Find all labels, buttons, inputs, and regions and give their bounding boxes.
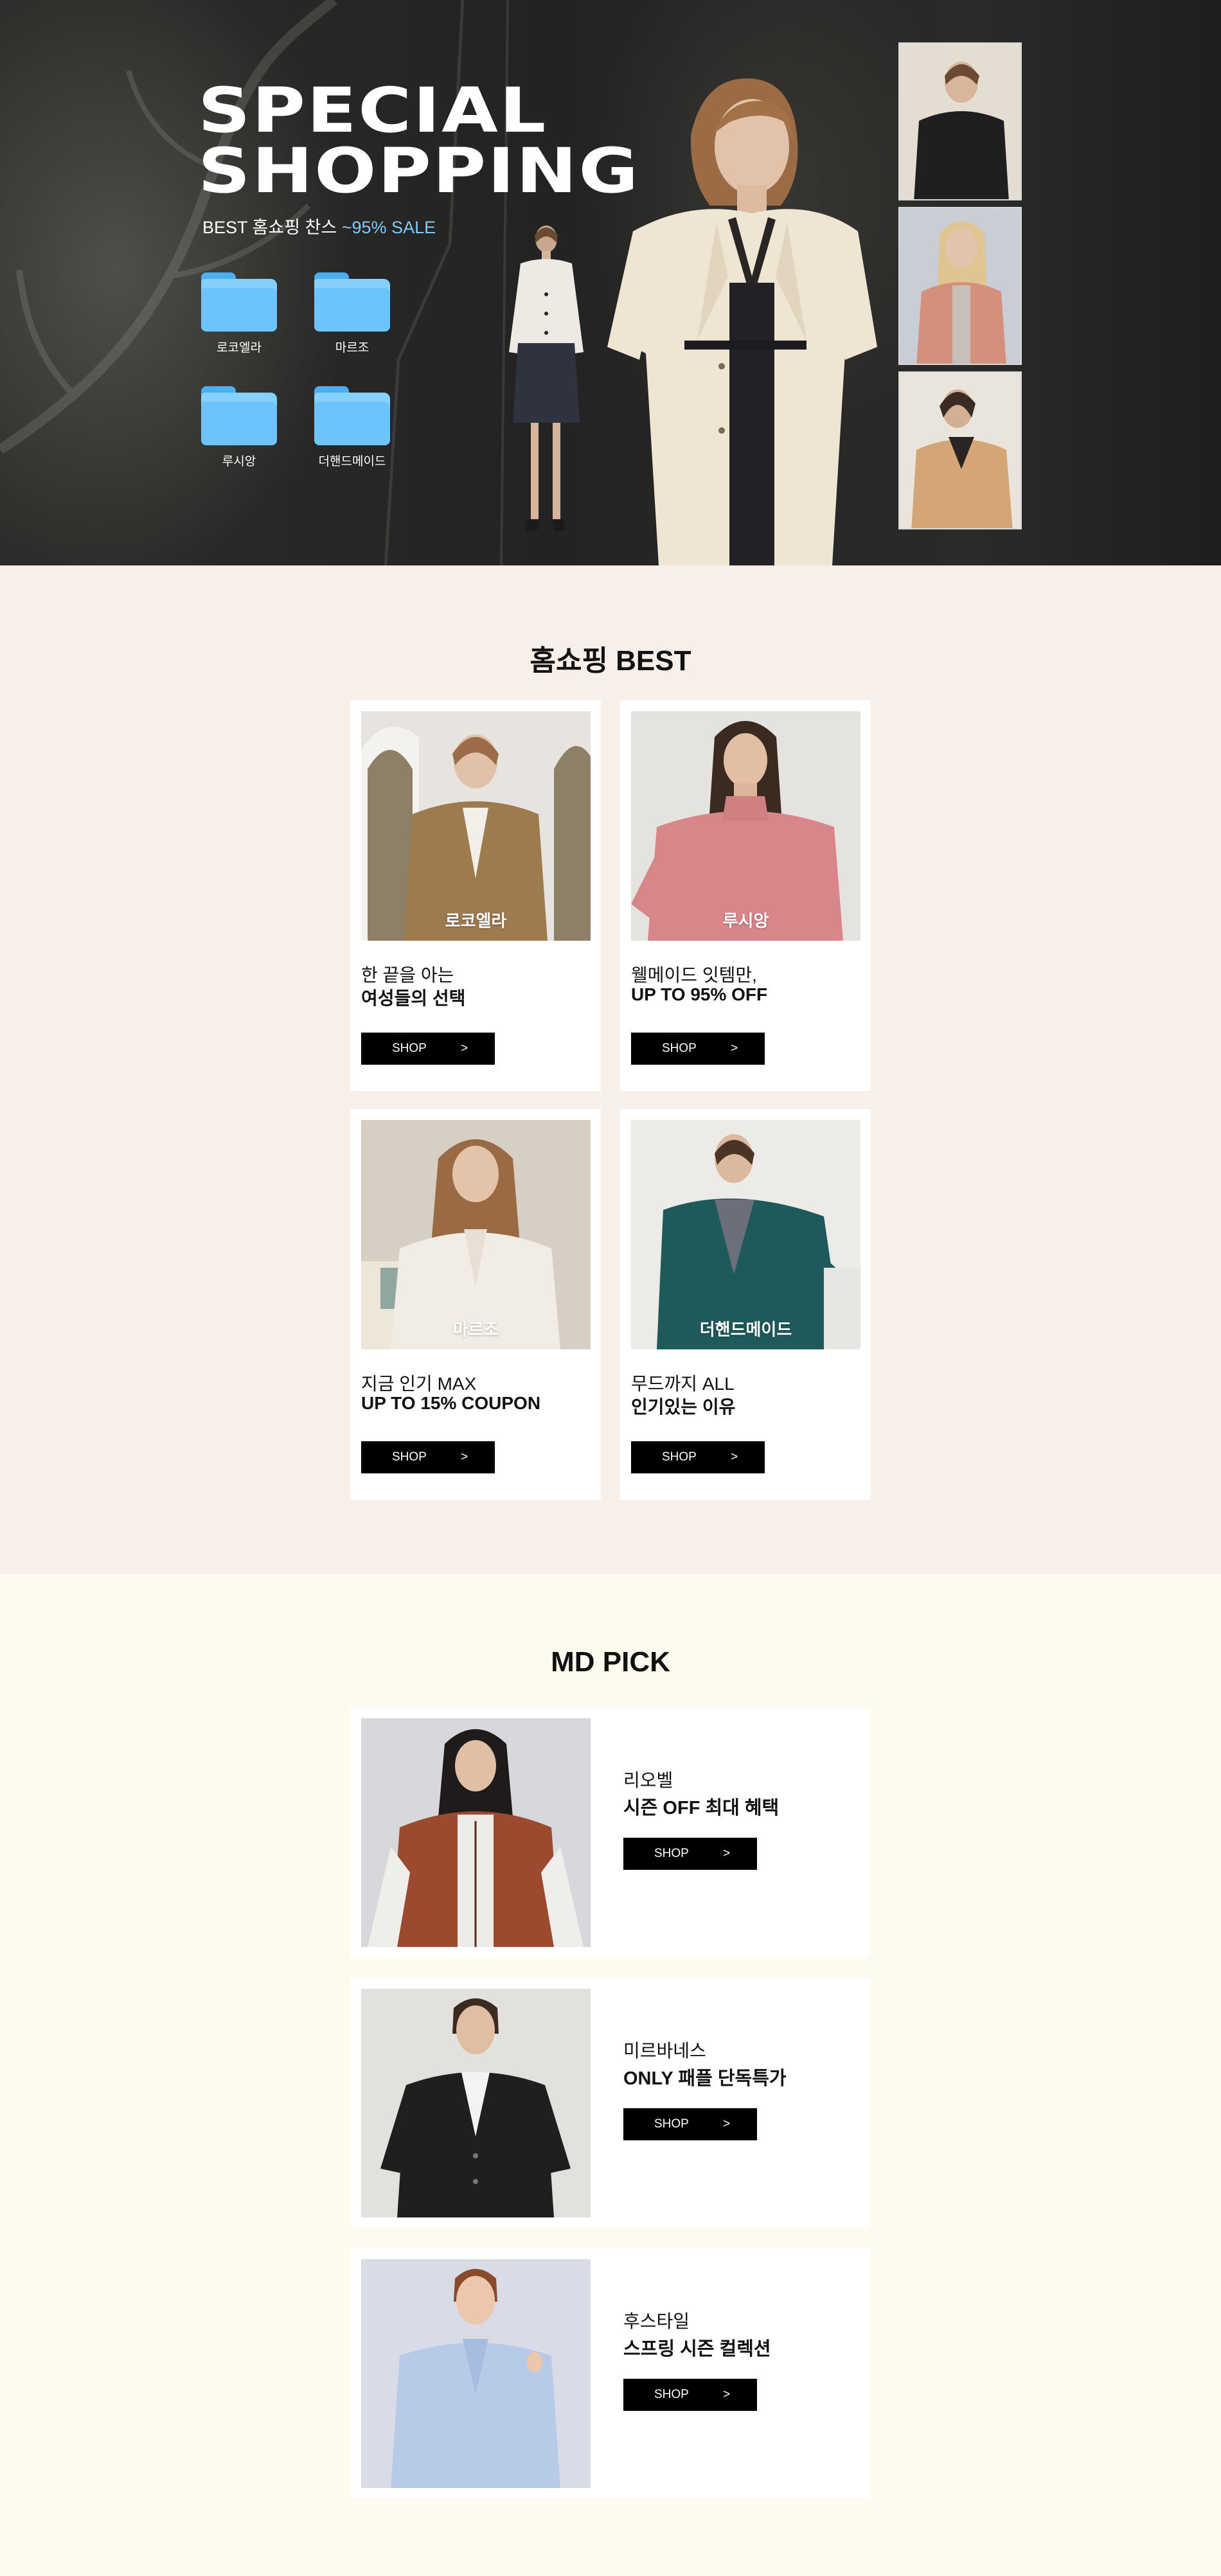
md-pick-section: MD PICK 리오벨 시즌 OFF 최대 혜택 SHOP > 미르바네스 ON…: [0, 1574, 1221, 2576]
best-card-lucien[interactable]: 루시앙 웰메이드 잇템만, UP TO 95% OFF SHOP >: [620, 700, 871, 1091]
promo-headline: ONLY 패플 단독특가: [623, 2068, 787, 2089]
hero-title-line2: SHOPPING: [198, 135, 640, 207]
hero-thumbnail-1[interactable]: [898, 42, 1022, 200]
brand-label: 후스타일: [623, 2311, 690, 2331]
product-photo: [361, 1718, 591, 1947]
shop-button[interactable]: SHOP >: [623, 2379, 757, 2411]
folder-icon: [201, 272, 277, 332]
shop-button-label: SHOP: [392, 1042, 427, 1055]
shop-button[interactable]: SHOP >: [361, 1033, 495, 1065]
folder-label: 루시앙: [222, 455, 256, 468]
best-card-marzo[interactable]: 마르조 지금 인기 MAX UP TO 15% COUPON SHOP >: [350, 1109, 601, 1500]
folder-shortcut-rococoella[interactable]: 로코엘라: [201, 272, 278, 355]
product-photo: [361, 2259, 591, 2488]
product-photo: 더핸드메이드: [631, 1120, 860, 1349]
hero-title: SPECIAL SHOPPING: [198, 80, 640, 202]
hero-thumbnail-2[interactable]: [898, 207, 1022, 365]
best-section-title: 홈쇼핑 BEST: [530, 645, 691, 677]
hero-model-main-image: [607, 71, 877, 565]
hero-banner: SPECIAL SHOPPING BEST 홈쇼핑 찬스 ~95% SALE 로…: [0, 0, 1221, 565]
promo-headline: 스프링 시즌 컬렉션: [623, 2339, 771, 2359]
folder-label: 마르조: [335, 341, 370, 355]
brand-label: 리오벨: [623, 1770, 673, 1790]
product-photo: 마르조: [361, 1120, 591, 1349]
shop-button[interactable]: SHOP >: [631, 1441, 765, 1473]
shop-button[interactable]: SHOP >: [631, 1033, 765, 1065]
shop-button-label: SHOP: [662, 1450, 697, 1464]
arrow-right-icon: >: [731, 1042, 738, 1055]
best-section: 홈쇼핑 BEST 로코엘라 한 끝을 아는 여성들의 선택 SHOP > 루시앙…: [0, 565, 1221, 1574]
folder-icon: [201, 386, 277, 445]
arrow-right-icon: >: [723, 2388, 731, 2401]
brand-label: 더핸드메이드: [699, 1320, 792, 1339]
shop-button[interactable]: SHOP >: [623, 1838, 757, 1870]
card-line1: 한 끝을 아는: [361, 965, 454, 985]
md-pick-card-riobel[interactable]: 리오벨 시즌 OFF 최대 혜택 SHOP >: [350, 1707, 871, 1958]
best-card-rococoella[interactable]: 로코엘라 한 끝을 아는 여성들의 선택 SHOP >: [350, 700, 601, 1091]
brand-label: 로코엘라: [445, 911, 507, 930]
shop-button-label: SHOP: [392, 1450, 427, 1464]
shop-button-label: SHOP: [654, 2117, 689, 2131]
md-pick-card-mirbanes[interactable]: 미르바네스 ONLY 패플 단독특가 SHOP >: [350, 1978, 871, 2228]
shop-button-label: SHOP: [654, 2388, 689, 2401]
shop-button[interactable]: SHOP >: [623, 2108, 757, 2140]
card-line2: 인기있는 이유: [631, 1397, 736, 1417]
arrow-right-icon: >: [723, 1847, 731, 1860]
best-card-thehandmade[interactable]: 더핸드메이드 무드까지 ALL 인기있는 이유 SHOP >: [620, 1109, 871, 1500]
folder-shortcut-thehandmade[interactable]: 더핸드메이드: [314, 386, 391, 469]
hero-subtitle-prefix: BEST 홈쇼핑 찬스: [202, 218, 342, 237]
brand-label: 미르바네스: [623, 2041, 706, 2061]
shop-button-label: SHOP: [654, 1847, 689, 1860]
product-photo: 루시앙: [631, 711, 860, 941]
product-photo: [361, 1989, 591, 2217]
product-photo: 로코엘라: [361, 711, 591, 941]
arrow-right-icon: >: [723, 2117, 731, 2131]
md-pick-card-whostyle[interactable]: 후스타일 스프링 시즌 컬렉션 SHOP >: [350, 2248, 871, 2499]
shop-button[interactable]: SHOP >: [361, 1441, 495, 1473]
folder-icon: [314, 272, 390, 332]
folder-label: 더핸드메이드: [318, 455, 386, 468]
folder-label: 로코엘라: [217, 341, 262, 355]
hero-model-small-image: [501, 224, 591, 545]
hero-subtitle: BEST 홈쇼핑 찬스 ~95% SALE: [202, 213, 436, 238]
md-pick-title: MD PICK: [551, 1646, 670, 1678]
card-line2: UP TO 95% OFF: [631, 984, 768, 1004]
card-line2: 여성들의 선택: [361, 988, 466, 1008]
brand-label: 마르조: [452, 1320, 499, 1339]
hero-subtitle-sale: ~95% SALE: [341, 218, 436, 237]
arrow-right-icon: >: [461, 1042, 468, 1055]
folder-icon: [314, 386, 390, 445]
card-line1: 무드까지 ALL: [631, 1374, 735, 1394]
arrow-right-icon: >: [731, 1450, 738, 1464]
promo-headline: 시즌 OFF 최대 혜택: [623, 1798, 780, 1818]
folder-shortcut-lucien[interactable]: 루시앙: [201, 386, 278, 469]
card-line1: 웰메이드 잇템만,: [631, 965, 757, 985]
shop-button-label: SHOP: [662, 1042, 697, 1055]
folder-shortcut-marzo[interactable]: 마르조: [314, 272, 391, 355]
card-line1: 지금 인기 MAX: [361, 1374, 477, 1394]
hero-thumbnail-3[interactable]: [898, 371, 1022, 529]
brand-label: 루시앙: [722, 911, 769, 930]
card-line2: UP TO 15% COUPON: [361, 1393, 541, 1413]
arrow-right-icon: >: [461, 1450, 468, 1464]
